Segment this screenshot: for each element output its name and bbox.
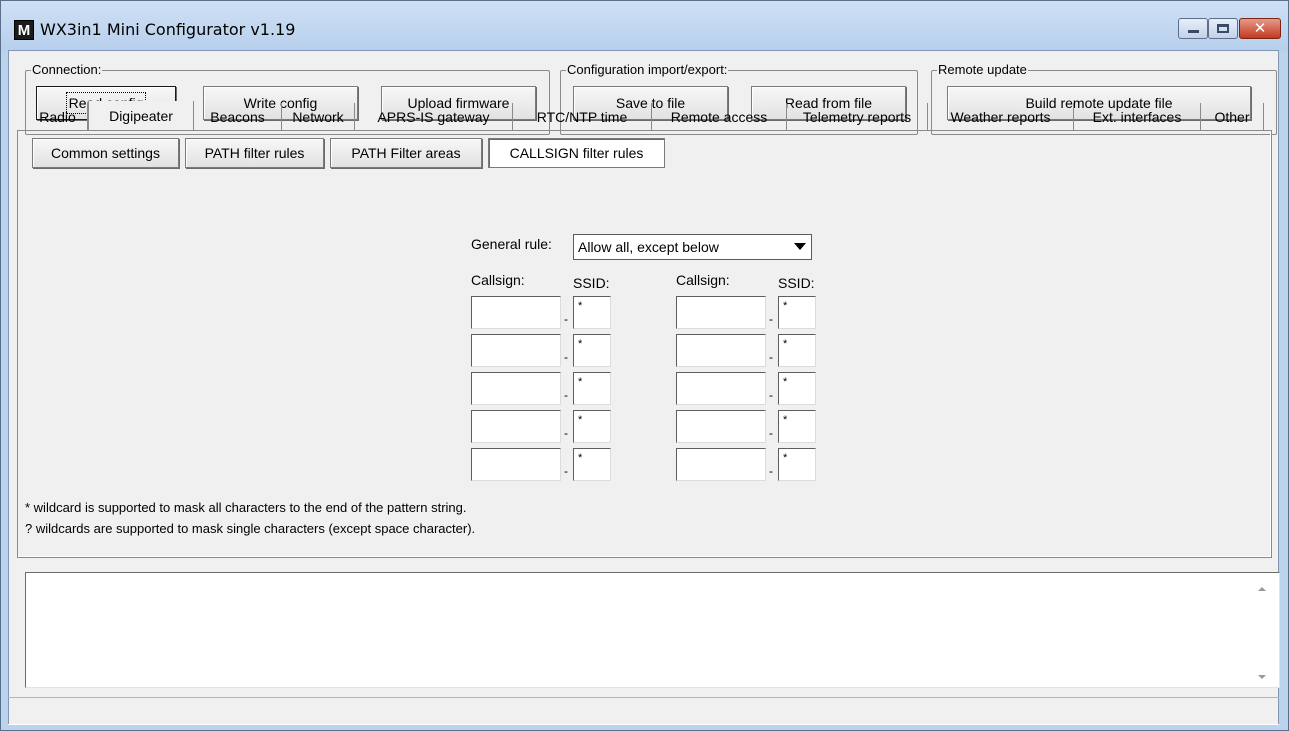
separator: - — [769, 464, 773, 478]
callsign-field[interactable] — [676, 410, 766, 443]
tab-label: Remote access — [670, 108, 768, 125]
tab-rtc-ntp-time[interactable]: RTC/NTP time — [513, 103, 652, 130]
ssid-field[interactable]: * — [573, 448, 611, 481]
callsign-header-left: Callsign: — [471, 272, 525, 288]
maximize-icon — [1217, 24, 1229, 33]
minimize-icon — [1187, 30, 1199, 33]
tab-label: Digipeater — [109, 108, 173, 124]
ssid-field[interactable]: * — [573, 372, 611, 405]
subtab-common-settings[interactable]: Common settings — [32, 138, 179, 168]
tab-ext-interfaces[interactable]: Ext. interfaces — [1074, 103, 1201, 130]
config-io-legend: Configuration import/export: — [566, 62, 729, 78]
wildcard-note-2: ? wildcards are supported to mask single… — [25, 521, 476, 536]
remote-update-legend: Remote update — [937, 62, 1028, 78]
status-bar — [8, 697, 1279, 725]
close-button[interactable]: ✕ — [1239, 18, 1281, 39]
connection-legend: Connection: — [31, 62, 103, 78]
app-logo-icon: M — [14, 20, 34, 40]
separator: - — [769, 426, 773, 440]
tab-label: Radio — [39, 108, 76, 125]
general-rule-select[interactable]: Allow all, except below — [573, 234, 812, 260]
ssid-field[interactable]: * — [778, 410, 816, 443]
separator: - — [564, 312, 568, 326]
tab-label: Beacons — [210, 108, 265, 125]
subtab-path-filter-areas[interactable]: PATH Filter areas — [330, 138, 482, 168]
log-textarea[interactable] — [25, 572, 1280, 688]
close-icon: ✕ — [1253, 19, 1267, 37]
callsign-field[interactable] — [676, 448, 766, 481]
tab-other[interactable]: Other — [1201, 103, 1264, 130]
tab-radio[interactable]: Radio — [28, 103, 88, 130]
separator: - — [564, 426, 568, 440]
callsign-field[interactable] — [676, 372, 766, 405]
window-title: WX3in1 Mini Configurator v1.19 — [40, 20, 296, 39]
subtab-label: Common settings — [51, 145, 160, 161]
subtab-label: PATH filter rules — [204, 145, 305, 161]
separator: - — [564, 464, 568, 478]
ssid-field[interactable]: * — [778, 448, 816, 481]
callsign-header-right: Callsign: — [676, 272, 730, 288]
tab-label: Telemetry reports — [802, 108, 912, 125]
tab-label: Network — [292, 108, 344, 125]
subtab-label: PATH Filter areas — [351, 145, 461, 161]
callsign-field[interactable] — [676, 296, 766, 329]
tab-weather-reports[interactable]: Weather reports — [928, 103, 1074, 130]
tab-label: Ext. interfaces — [1092, 108, 1182, 125]
ssid-field[interactable]: * — [778, 334, 816, 367]
callsign-field[interactable] — [471, 372, 561, 405]
ssid-header-left: SSID: — [573, 275, 610, 291]
ssid-field[interactable]: * — [573, 410, 611, 443]
tab-label: Other — [1214, 108, 1250, 125]
chevron-down-icon — [794, 243, 806, 250]
ssid-field[interactable]: * — [573, 296, 611, 329]
callsign-field[interactable] — [471, 334, 561, 367]
scroll-down-icon[interactable] — [1258, 675, 1266, 679]
tab-label: APRS-IS gateway — [377, 108, 490, 125]
tab-label: RTC/NTP time — [536, 108, 628, 125]
tab-label: Weather reports — [950, 108, 1051, 125]
title-bar[interactable]: M WX3in1 Mini Configurator v1.19 ✕ — [1, 1, 1288, 51]
ssid-field[interactable]: * — [778, 296, 816, 329]
separator: - — [564, 350, 568, 364]
subtab-path-filter-rules[interactable]: PATH filter rules — [185, 138, 324, 168]
separator: - — [769, 350, 773, 364]
callsign-field[interactable] — [471, 410, 561, 443]
callsign-field[interactable] — [676, 334, 766, 367]
tab-digipeater[interactable]: Digipeater — [88, 101, 194, 131]
general-rule-value: Allow all, except below — [578, 239, 719, 255]
ssid-header-right: SSID: — [778, 275, 815, 291]
tab-aprs-is-gateway[interactable]: APRS-IS gateway — [355, 103, 513, 130]
tab-remote-access[interactable]: Remote access — [652, 103, 787, 130]
digipeater-tab-panel — [17, 130, 1272, 558]
tab-telemetry-reports[interactable]: Telemetry reports — [787, 103, 928, 130]
subtab-callsign-filter-rules[interactable]: CALLSIGN filter rules — [488, 138, 665, 168]
maximize-button[interactable] — [1208, 18, 1238, 39]
separator: - — [769, 312, 773, 326]
callsign-field[interactable] — [471, 448, 561, 481]
general-rule-label: General rule: — [471, 236, 552, 252]
scroll-up-icon[interactable] — [1258, 587, 1266, 591]
tab-beacons[interactable]: Beacons — [194, 103, 282, 130]
wildcard-note-1: * wildcard is supported to mask all char… — [25, 500, 467, 515]
ssid-field[interactable]: * — [778, 372, 816, 405]
tab-network[interactable]: Network — [282, 103, 355, 130]
callsign-field[interactable] — [471, 296, 561, 329]
subtab-label: CALLSIGN filter rules — [509, 145, 644, 161]
ssid-field[interactable]: * — [573, 334, 611, 367]
separator: - — [564, 388, 568, 402]
minimize-button[interactable] — [1178, 18, 1208, 39]
separator: - — [769, 388, 773, 402]
